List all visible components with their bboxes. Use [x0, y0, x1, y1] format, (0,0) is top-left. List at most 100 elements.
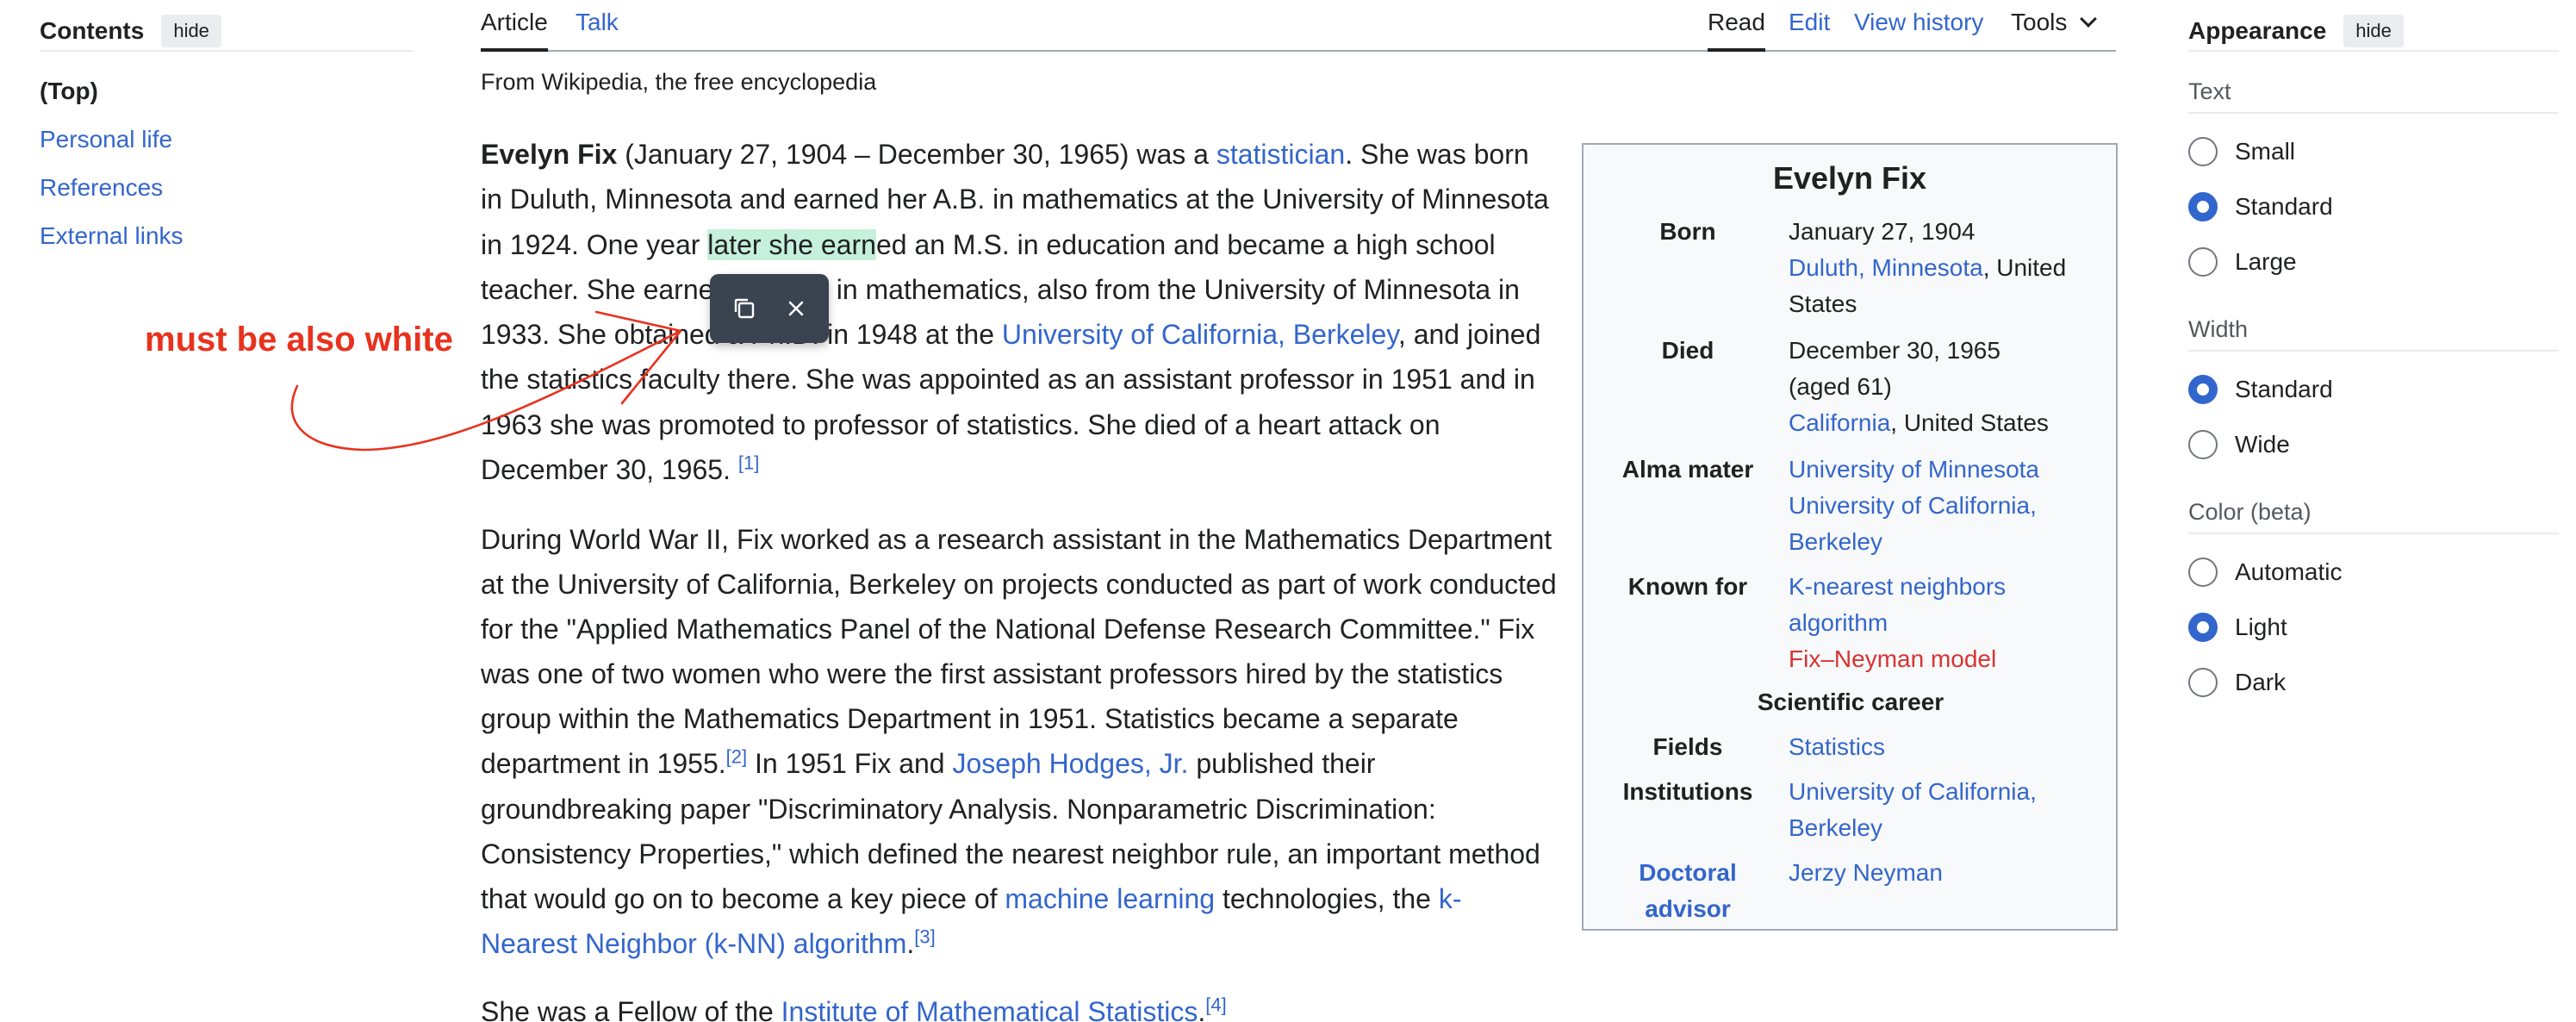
reference-1[interactable]: [1]: [738, 452, 759, 473]
radio-button[interactable]: [2188, 430, 2218, 459]
reference-4[interactable]: [4]: [1205, 994, 1226, 1015]
text-span: (January 27, 1904 – December 30, 1965) w…: [617, 139, 1216, 170]
tab-view-history[interactable]: View history: [1854, 7, 1983, 48]
radio-width-wide[interactable]: Wide: [2188, 417, 2559, 472]
appearance-hide-button[interactable]: hide: [2343, 15, 2404, 47]
tab-talk[interactable]: Talk: [576, 7, 619, 48]
link-california[interactable]: California: [1789, 409, 1890, 436]
reference-2[interactable]: [2]: [726, 746, 747, 768]
toc-title: Contents: [40, 17, 145, 44]
radio-text-small[interactable]: Small: [2188, 124, 2559, 179]
link-jerzy-neyman[interactable]: Jerzy Neyman: [1789, 859, 1943, 886]
link-university-of-minnesota[interactable]: University of Minnesota: [1789, 456, 2039, 483]
appearance-panel: Appearance hide Text Small Standard Larg…: [2188, 12, 2559, 710]
text-span: .: [906, 927, 915, 959]
died-age: (aged 61): [1789, 373, 1892, 400]
link-duluth[interactable]: Duluth, Minnesota: [1789, 254, 1983, 281]
group-title: Width: [2188, 307, 2559, 352]
subject-name: Evelyn Fix: [481, 139, 618, 170]
group-title: Color (beta): [2188, 489, 2559, 534]
tab-edit[interactable]: Edit: [1789, 7, 1830, 48]
infobox-value: Jerzy Neyman: [1789, 855, 2106, 891]
radio-label: Wide: [2235, 431, 2290, 458]
link-statistics[interactable]: Statistics: [1789, 733, 1885, 760]
radio-color-light[interactable]: Light: [2188, 600, 2559, 655]
close-icon[interactable]: [781, 293, 812, 324]
tools-menu[interactable]: Tools: [2011, 7, 2098, 48]
link-institution-ucb-cont[interactable]: Berkeley: [1789, 814, 1882, 841]
link-statistician[interactable]: statistician: [1216, 139, 1345, 170]
text-span: During World War II, Fix worked as a res…: [481, 524, 1557, 780]
text-span: In 1951 Fix and: [747, 748, 953, 780]
radio-button-checked[interactable]: [2188, 375, 2218, 404]
infobox-section-heading: Scientific career: [1757, 689, 1944, 715]
link-uc-berkeley-infobox-cont[interactable]: Berkeley: [1789, 528, 1882, 555]
advisor-label-line: Doctoral: [1639, 859, 1737, 886]
radio-label: Small: [2235, 138, 2296, 165]
color-group: Color (beta) Automatic Light Dark: [2188, 489, 2559, 710]
radio-label: Automatic: [2235, 558, 2343, 585]
link-machine-learning[interactable]: machine learning: [1005, 883, 1215, 914]
article-paragraph-1: Evelyn Fix (January 27, 1904 – December …: [481, 132, 1558, 492]
link-institution-ucb[interactable]: University of California,: [1789, 778, 2037, 805]
width-group: Width Standard Wide: [2188, 307, 2559, 472]
radio-button-checked[interactable]: [2188, 613, 2218, 642]
infobox: Evelyn Fix Born January 27, 1904 Duluth,…: [1582, 143, 2118, 931]
toc-item-external-links[interactable]: External links: [40, 212, 414, 260]
page-tabs: Article Talk Read Edit View history Tool…: [481, 0, 2116, 52]
toc-item-personal-life[interactable]: Personal life: [40, 115, 414, 164]
born-date: January 27, 1904: [1789, 218, 1976, 245]
chevron-down-icon: [2080, 10, 2098, 28]
radio-text-standard[interactable]: Standard: [2188, 179, 2559, 234]
infobox-value: University of Minnesota University of Ca…: [1789, 452, 2106, 560]
link-ims[interactable]: Institute of Mathematical Statistics: [781, 996, 1198, 1022]
tab-article[interactable]: Article: [481, 7, 548, 52]
site-tagline: From Wikipedia, the free encyclopedia: [481, 69, 877, 95]
infobox-value: University of California, Berkeley: [1789, 774, 2106, 846]
radio-button[interactable]: [2188, 668, 2218, 697]
radio-color-dark[interactable]: Dark: [2188, 655, 2559, 710]
infobox-label-link[interactable]: Doctoral advisor: [1597, 855, 1778, 927]
text-span: She was a Fellow of the: [481, 996, 781, 1022]
tab-read[interactable]: Read: [1708, 7, 1765, 52]
infobox-title: Evelyn Fix: [1772, 160, 1927, 196]
infobox-label: Fields: [1652, 733, 1723, 760]
link-fix-neyman-model[interactable]: Fix–Neyman model: [1789, 645, 1996, 672]
text-span: technologies, the: [1215, 882, 1439, 914]
infobox-value: K-nearest neighbors algorithm Fix–Neyman…: [1789, 569, 2106, 677]
link-joseph-hodges[interactable]: Joseph Hodges, Jr.: [952, 748, 1188, 779]
toc-hide-button[interactable]: hide: [161, 15, 221, 47]
infobox-value: December 30, 1965 (aged 61) California, …: [1789, 333, 2106, 441]
radio-button-checked[interactable]: [2188, 192, 2218, 221]
radio-color-automatic[interactable]: Automatic: [2188, 545, 2559, 600]
infobox-label: Born: [1659, 218, 1716, 245]
radio-label: Standard: [2235, 376, 2333, 402]
article-paragraph-2: During World War II, Fix worked as a res…: [481, 517, 1558, 966]
article-paragraph-3: She was a Fellow of the Institute of Mat…: [481, 989, 1558, 1022]
radio-button[interactable]: [2188, 558, 2218, 587]
link-uc-berkeley-infobox[interactable]: University of California,: [1789, 492, 2037, 519]
tools-label: Tools: [2011, 9, 2068, 35]
infobox-label: Institutions: [1622, 778, 1753, 805]
link-knn-infobox-cont[interactable]: algorithm: [1789, 609, 1888, 636]
toc-item-references[interactable]: References: [40, 164, 414, 212]
reference-3[interactable]: [3]: [914, 925, 935, 947]
infobox-label: Died: [1661, 337, 1714, 364]
radio-label: Large: [2235, 248, 2297, 275]
toc-list: (Top) Personal life References External …: [40, 67, 414, 260]
group-title: Text: [2188, 69, 2559, 114]
toc-item-top[interactable]: (Top): [40, 67, 414, 115]
radio-label: Light: [2235, 614, 2287, 640]
radio-button[interactable]: [2188, 137, 2218, 166]
radio-label: Standard: [2235, 193, 2333, 220]
selection-popup: [710, 274, 829, 343]
text-size-group: Text Small Standard Large: [2188, 69, 2559, 290]
radio-button[interactable]: [2188, 247, 2218, 277]
text-span: .: [1198, 996, 1206, 1022]
radio-text-large[interactable]: Large: [2188, 234, 2559, 290]
died-country: , United States: [1890, 409, 2049, 436]
link-knn-infobox[interactable]: K-nearest neighbors: [1789, 573, 2006, 600]
copy-icon[interactable]: [729, 293, 760, 324]
radio-width-standard[interactable]: Standard: [2188, 362, 2559, 417]
link-uc-berkeley[interactable]: University of California, Berkeley: [1002, 319, 1398, 350]
